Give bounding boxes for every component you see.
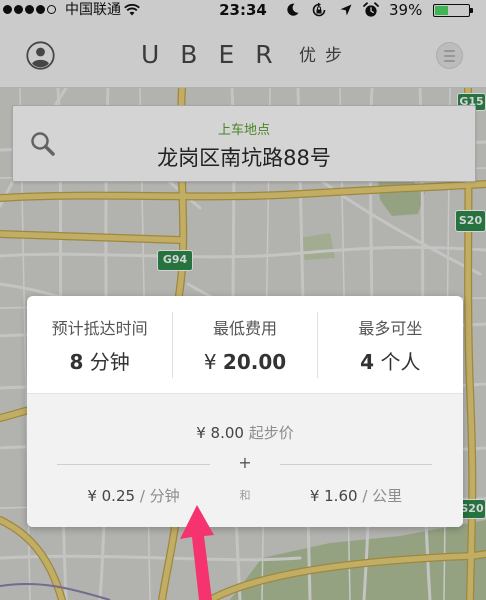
plus-sign: + [238,453,252,472]
per-km-amount: ¥ 1.60 [309,487,358,505]
capacity-number: 4 [360,350,375,374]
divider-line-left [57,464,210,465]
fare-breakdown: ¥ 8.00 起步价 + ¥ 0.25 / 分钟 和 ¥ 1.60 / 公里 [27,393,463,527]
stat-min-fare: 最低费用 ¥ 20.00 [172,296,317,393]
fare-estimate-card[interactable]: 预计抵达时间 8 分钟 最低费用 ¥ 20.00 最多可坐 4 个人 ¥ 8.0… [27,296,463,527]
eta-unit: 分钟 [89,350,130,374]
per-km-unit: / 公里 [362,487,403,505]
eta-number: 8 [69,350,84,374]
stat-label: 最低费用 [212,319,277,338]
base-fare-label: 起步价 [248,424,294,442]
stat-label: 预计抵达时间 [51,319,148,338]
base-fare-row: ¥ 8.00 起步价 [27,423,463,443]
stat-divider [172,312,173,378]
stat-eta: 预计抵达时间 8 分钟 [27,296,172,393]
base-fare-amount: ¥ 8.00 [196,424,244,442]
stat-capacity: 最多可坐 4 个人 [318,296,463,393]
min-fare-value: ¥ 20.00 [172,349,317,375]
min-fare-amount: 20.00 [222,350,287,374]
per-minute-amount: ¥ 0.25 [87,487,136,505]
capacity-value: 4 个人 [318,349,463,375]
capacity-unit: 个人 [380,350,421,374]
stat-divider [317,312,318,378]
stat-label: 最多可坐 [358,319,423,338]
pink-arrow-icon [180,505,214,600]
eta-value: 8 分钟 [27,349,172,375]
fare-stats: 预计抵达时间 8 分钟 最低费用 ¥ 20.00 最多可坐 4 个人 [27,296,463,393]
arrow-shape [180,505,214,600]
currency-symbol: ¥ [203,350,217,374]
phone-screen: G15 S20 G94 S20 中国联通 23:34 39% UBER 优步 上… [0,0,486,600]
per-km-rate: ¥ 1.60 / 公里 [280,486,432,506]
divider-line-right [280,464,432,465]
